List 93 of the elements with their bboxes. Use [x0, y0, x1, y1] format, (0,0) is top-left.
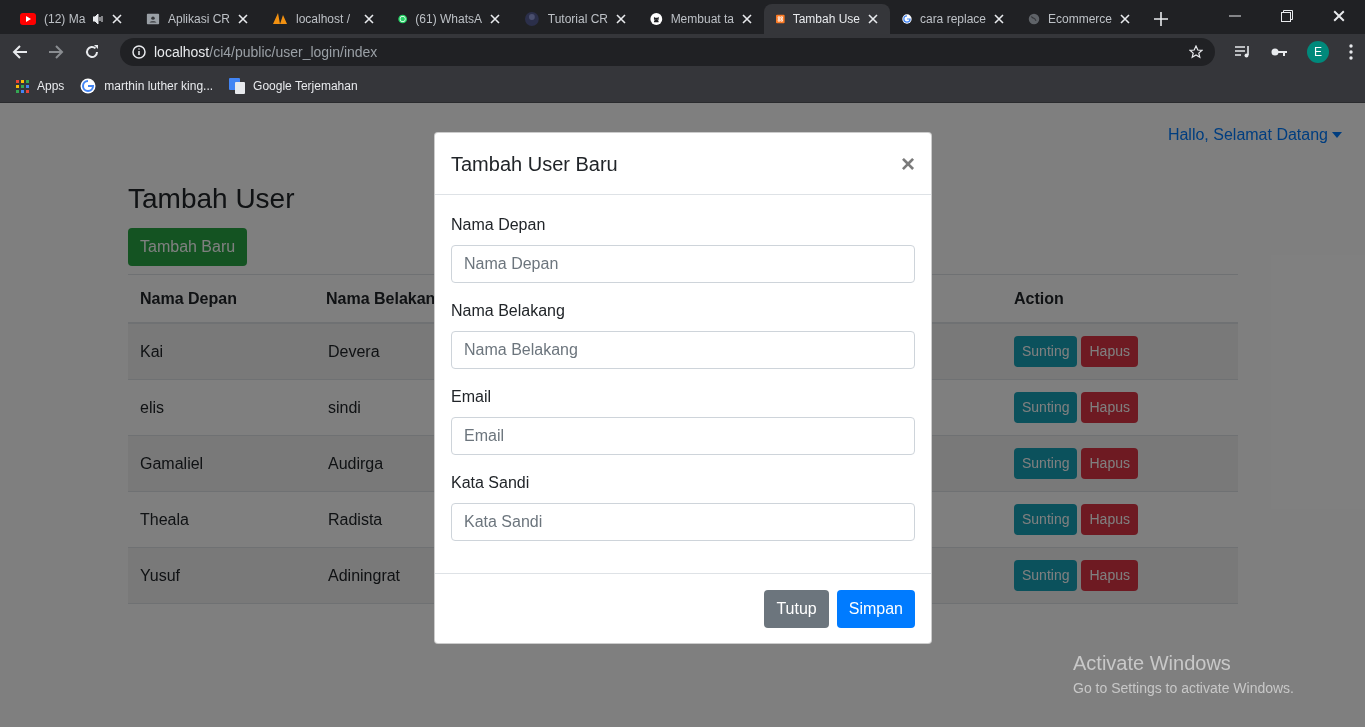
back-icon[interactable]	[12, 44, 28, 60]
tab-title: (61) WhatsA	[415, 11, 482, 28]
new-tab-icon[interactable]	[1154, 12, 1168, 26]
bookmark[interactable]: Apps	[16, 77, 65, 95]
tab-title: (12) Ma	[44, 11, 86, 28]
delete-button[interactable]: Hapus	[1081, 560, 1138, 591]
table-cell-text: Devera	[328, 341, 380, 362]
browser-tab[interactable]: Membuat ta	[638, 4, 764, 34]
tab-title: Tambah Use	[792, 11, 860, 28]
close-icon[interactable]	[1333, 10, 1345, 22]
browser-tab[interactable]: Aplikasi CR	[134, 4, 260, 34]
apps-grid-icon	[16, 79, 29, 93]
edit-button[interactable]: Sunting	[1014, 392, 1078, 423]
browser-tab[interactable]: (12) Ma	[8, 4, 134, 34]
star-icon[interactable]	[1189, 45, 1203, 59]
info-icon	[132, 45, 146, 59]
close-icon[interactable]	[490, 14, 500, 24]
close-icon[interactable]	[994, 14, 1004, 24]
close-dialog-button[interactable]: Tutup	[764, 589, 829, 628]
delete-button[interactable]: Hapus	[1081, 504, 1138, 535]
delete-button[interactable]: Hapus	[1081, 448, 1138, 479]
edit-button[interactable]: Sunting	[1014, 560, 1078, 591]
column-header: Nama Belakan	[326, 288, 436, 309]
activation-title: Activate Windows	[1073, 651, 1232, 676]
browser-tab[interactable]: Tambah Use	[764, 4, 890, 34]
restore-icon[interactable]	[1281, 10, 1293, 22]
contact-icon	[146, 11, 160, 27]
bookmark[interactable]: marthin luther king...	[80, 77, 214, 95]
bookmark[interactable]: Google Terjemahan	[229, 77, 358, 95]
table-cell-text: Adiningrat	[328, 565, 401, 586]
table-cell-text: Theala	[140, 509, 190, 530]
browser-tab[interactable]: Ecommerce	[1016, 4, 1142, 34]
delete-button[interactable]: Hapus	[1081, 336, 1138, 367]
save-button[interactable]: Simpan	[836, 589, 915, 628]
close-icon[interactable]	[238, 14, 248, 24]
edit-button[interactable]: Sunting	[1014, 448, 1078, 479]
add-button[interactable]: Tambah Baru	[128, 228, 248, 266]
browser-tab[interactable]: cara replace	[890, 4, 1016, 34]
table-cell-text: Yusuf	[140, 565, 182, 586]
browser-tab[interactable]: localhost /	[260, 4, 386, 34]
table-cell-text: sindi	[328, 397, 361, 418]
close-icon[interactable]	[616, 14, 626, 24]
menu-icon[interactable]	[1349, 44, 1353, 60]
table-cell-text: Gamaliel	[140, 453, 205, 474]
profile-avatar[interactable]: E	[1307, 41, 1329, 63]
tab-title: Tutorial CR	[547, 11, 608, 28]
delete-button[interactable]: Hapus	[1081, 392, 1138, 423]
close-button[interactable]: ×	[901, 151, 915, 176]
key-icon[interactable]	[1271, 47, 1287, 57]
input-field[interactable]: Nama Belakang	[451, 331, 915, 369]
caret-icon	[1332, 132, 1342, 138]
close-icon[interactable]	[868, 14, 878, 24]
activation-subtitle: Go to Settings to activate Windows.	[1073, 679, 1294, 698]
field-label: Nama Belakang	[451, 301, 566, 321]
tab-title: Membuat ta	[670, 11, 734, 28]
modal-title: Tambah User Baru	[451, 151, 618, 177]
edit-button[interactable]: Sunting	[1014, 336, 1078, 367]
field-label: Kata Sandi	[451, 473, 531, 493]
translate-icon	[229, 78, 246, 94]
table-cell-text: Radista	[328, 509, 383, 530]
field-label: Email	[451, 387, 492, 407]
play-icon	[20, 13, 36, 25]
g-icon	[80, 78, 97, 94]
table-cell-text: Kai	[140, 341, 165, 362]
tab-title: Ecommerce	[1048, 11, 1112, 28]
tab-title: Aplikasi CR	[168, 11, 230, 28]
tab-title: localhost /	[296, 11, 351, 28]
greeting-dropdown[interactable]: Hallo, Selamat Datang	[1167, 123, 1342, 147]
input-field[interactable]: Kata Sandi	[451, 503, 915, 541]
playlist-icon[interactable]	[1235, 45, 1251, 59]
table-cell-text: elis	[140, 397, 165, 418]
address-bar[interactable]: localhost/ci4/public/user_login/index	[120, 38, 1215, 66]
tab-title: cara replace	[919, 11, 986, 28]
sail-icon	[272, 11, 288, 27]
avatar-icon	[524, 11, 540, 27]
browser-tab[interactable]: (61) WhatsA	[386, 4, 512, 34]
close-icon[interactable]	[1120, 14, 1130, 24]
g-icon	[902, 11, 912, 27]
close-icon[interactable]	[112, 14, 122, 24]
input-field[interactable]: Nama Depan	[451, 245, 915, 283]
column-header: Nama Depan	[140, 288, 238, 309]
browser-tab[interactable]: Tutorial CR	[512, 4, 638, 34]
close-icon[interactable]	[364, 14, 374, 24]
field-label: Nama Depan	[451, 215, 547, 235]
forward-icon[interactable]	[48, 44, 64, 60]
table-cell-text: Audirga	[328, 453, 384, 474]
close-icon[interactable]	[742, 14, 752, 24]
input-field[interactable]: Email	[451, 417, 915, 455]
page-heading: Tambah User	[128, 182, 296, 216]
url-text: localhost/ci4/public/user_login/index	[154, 42, 378, 62]
column-header: Action	[1014, 288, 1065, 309]
edit-button[interactable]: Sunting	[1014, 504, 1078, 535]
reload-icon[interactable]	[84, 44, 100, 60]
